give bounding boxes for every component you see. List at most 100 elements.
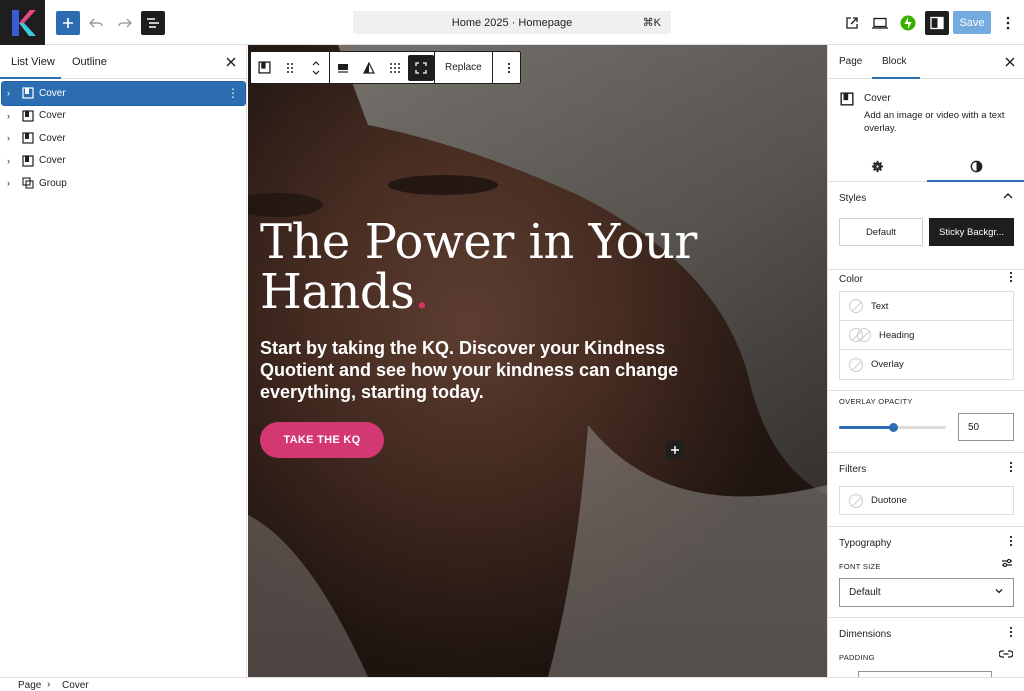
filters-panel-title: Filters (839, 464, 867, 475)
half-circle-styles-icon (970, 160, 982, 172)
block-name: Cover (864, 93, 891, 104)
add-block-button[interactable] (56, 11, 80, 35)
style-default-button[interactable]: Default (839, 218, 923, 246)
options-menu-button[interactable] (996, 11, 1020, 35)
style-sticky-background-button[interactable]: Sticky Backgr... (929, 218, 1014, 246)
tab-styles[interactable] (927, 150, 1024, 182)
toolbar-group-replace: Replace (435, 52, 493, 83)
duotone-filter-item[interactable]: Duotone (839, 486, 1014, 515)
tab-settings[interactable] (828, 150, 926, 182)
more-vertical-icon[interactable] (1009, 461, 1013, 476)
color-item-label: Heading (879, 329, 915, 341)
preview-device-button[interactable] (868, 11, 892, 35)
expand-chevron-icon[interactable]: › (7, 133, 15, 143)
link-sides-icon[interactable] (998, 649, 1014, 662)
redo-icon (118, 18, 132, 28)
tab-page[interactable]: Page (839, 45, 862, 79)
font-size-select[interactable]: Default (839, 578, 1014, 607)
external-link-icon (846, 17, 858, 29)
undo-button[interactable] (84, 11, 108, 35)
close-settings-button[interactable] (1003, 55, 1017, 69)
site-logo[interactable] (0, 0, 45, 45)
toolbar-group-options (493, 52, 525, 83)
full-height-toggle[interactable] (408, 54, 434, 81)
more-vertical-icon[interactable]: ⋮ (227, 86, 239, 100)
tab-block[interactable]: Block (882, 45, 906, 79)
color-item-overlay[interactable]: Overlay (840, 350, 1013, 379)
fullscreen-icon (415, 61, 427, 74)
more-vertical-icon (507, 62, 510, 73)
cover-block-icon (840, 92, 854, 106)
duotone-button[interactable] (356, 55, 382, 81)
list-item-cover[interactable]: › Cover (0, 150, 247, 173)
plus-icon (63, 18, 73, 28)
chevron-up-icon[interactable] (1003, 191, 1013, 203)
jetpack-icon (900, 15, 916, 31)
close-icon (1005, 57, 1015, 67)
more-vertical-icon (1006, 16, 1010, 30)
view-page-button[interactable] (840, 11, 864, 35)
gear-icon (871, 160, 883, 172)
color-item-text[interactable]: Text (840, 292, 1013, 321)
expand-chevron-icon[interactable]: › (7, 178, 15, 188)
settings-sidebar: Page Block Cover Add an image or video w… (827, 45, 1024, 677)
block-type-button[interactable] (251, 55, 277, 81)
list-item-group[interactable]: › Group (0, 172, 247, 195)
overlay-opacity-slider[interactable] (839, 423, 946, 432)
close-icon (226, 57, 236, 67)
chevron-up-down-icon (312, 60, 320, 75)
expand-chevron-icon[interactable]: › (7, 156, 15, 166)
close-list-view-button[interactable] (224, 55, 238, 69)
block-inserter-button[interactable] (666, 441, 684, 459)
command-palette-bar[interactable]: Home 2025 · Homepage ⌘K (353, 11, 671, 34)
move-up-down-button[interactable] (303, 55, 329, 81)
custom-size-settings-icon[interactable] (1001, 558, 1013, 571)
tab-outline[interactable]: Outline (72, 45, 107, 79)
active-tab-indicator (872, 77, 920, 79)
list-item-label: Cover (39, 132, 66, 144)
expand-chevron-icon[interactable]: › (7, 88, 15, 98)
align-grid-button[interactable] (382, 55, 408, 81)
take-the-kq-button[interactable]: TAKE THE KQ (260, 422, 384, 458)
hero-heading[interactable]: The Power in Your Hands. (260, 217, 720, 317)
slider-thumb[interactable] (888, 423, 898, 432)
list-item-label: Cover (39, 87, 66, 99)
color-settings-list: Text Heading Overlay (839, 291, 1014, 380)
list-item-cover[interactable]: › Cover ⋮ (1, 81, 246, 106)
jetpack-button[interactable] (896, 11, 920, 35)
more-vertical-icon[interactable] (1009, 535, 1013, 550)
redo-button[interactable] (113, 11, 137, 35)
settings-sidebar-toggle[interactable] (925, 11, 949, 35)
list-view-icon (147, 18, 159, 28)
block-toolbar: Replace (250, 51, 521, 84)
list-item-cover[interactable]: › Cover (0, 105, 247, 128)
more-vertical-icon[interactable] (1009, 626, 1013, 641)
hero-subheading[interactable]: Start by taking the KQ. Discover your Ki… (260, 337, 690, 403)
sidebar-icon (930, 16, 944, 30)
content-position-button[interactable] (330, 55, 356, 81)
overlay-opacity-input[interactable]: 50 (958, 413, 1014, 441)
list-view-tabs: List View Outline (0, 45, 246, 79)
replace-button[interactable]: Replace (435, 52, 492, 83)
breadcrumb-cover[interactable]: Cover (62, 680, 89, 691)
more-vertical-icon[interactable] (1009, 271, 1013, 286)
editor-canvas[interactable]: Replace The Power in Your Hands. Start b… (248, 45, 827, 677)
save-button[interactable]: Save (953, 11, 991, 34)
color-item-heading[interactable]: Heading (840, 321, 1013, 350)
expand-chevron-icon[interactable]: › (7, 111, 15, 121)
block-breadcrumb: Page › Cover (0, 677, 1024, 691)
desktop-icon (872, 17, 888, 29)
drag-handle[interactable] (277, 55, 303, 81)
styles-panel-title[interactable]: Styles (839, 193, 866, 204)
duotone-label: Duotone (871, 495, 907, 506)
list-item-cover[interactable]: › Cover (0, 127, 247, 150)
breadcrumb-page[interactable]: Page (18, 680, 41, 691)
padding-label: PADDING (839, 653, 875, 662)
tab-list-view[interactable]: List View (11, 45, 55, 79)
document-overview-button[interactable] (141, 11, 165, 35)
settings-tabs: Page Block (828, 45, 1024, 79)
block-options-button[interactable] (493, 55, 525, 81)
block-description: Add an image or video with a text overla… (864, 110, 1005, 134)
active-tab-indicator (0, 77, 61, 79)
duotone-filter-icon (363, 61, 375, 74)
